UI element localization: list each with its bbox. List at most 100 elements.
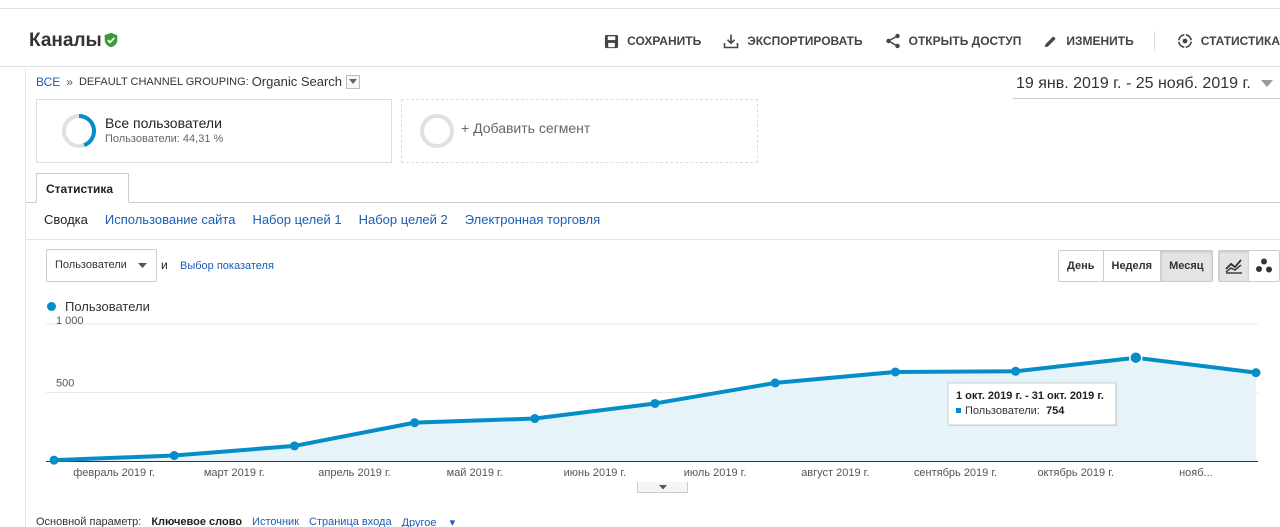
chart-expand-handle[interactable] xyxy=(637,482,688,493)
legend-dot xyxy=(47,302,56,311)
pencil-icon xyxy=(1045,35,1056,47)
breadcrumb-value: Organic Search xyxy=(251,74,343,89)
subnav-divider xyxy=(26,239,1280,240)
insights-label: СТАТИСТИКА xyxy=(1200,34,1280,48)
and-label: и xyxy=(161,258,168,272)
page-title: Каналы xyxy=(29,30,102,51)
x-tick-label: август 2019 г. xyxy=(801,467,869,479)
breadcrumb: ВСЕ » DEFAULT CHANNEL GROUPING: Organic … xyxy=(36,74,361,89)
period-toggle: День Неделя Месяц xyxy=(1058,250,1213,282)
period-month-button[interactable]: Месяц xyxy=(1160,251,1212,281)
subnav-item-goal-set-2[interactable]: Набор целей 2 xyxy=(359,212,448,227)
data-point xyxy=(890,367,900,377)
subnav-item-summary[interactable]: Сводка xyxy=(44,212,88,227)
caret-down-icon xyxy=(138,263,147,268)
select-metric-link[interactable]: Выбор показателя xyxy=(180,260,274,272)
data-point xyxy=(289,441,299,451)
subnav-item-site-usage[interactable]: Использование сайта xyxy=(105,212,236,227)
insights-button[interactable]: СТАТИСТИКА xyxy=(1177,33,1280,49)
segment-share-ring-icon xyxy=(62,114,96,148)
empty-segment-ring-icon xyxy=(420,114,454,148)
tooltip-series-swatch xyxy=(956,408,961,413)
verified-badge-icon xyxy=(104,32,118,48)
edit-label: ИЗМЕНИТЬ xyxy=(1066,34,1134,48)
x-tick-label: май 2019 г. xyxy=(447,467,503,479)
tab-row-border xyxy=(26,202,1280,203)
segment-subtitle: Пользователи: 44,31 % xyxy=(105,133,224,145)
add-segment-button[interactable]: + Добавить сегмент xyxy=(401,99,758,163)
period-week-button[interactable]: Неделя xyxy=(1102,251,1161,281)
add-segment-label: + Добавить сегмент xyxy=(461,120,591,136)
x-tick-label: март 2019 г. xyxy=(204,467,265,479)
export-label: ЭКСПОРТИРОВАТЬ xyxy=(747,34,863,48)
x-tick-label: июль 2019 г. xyxy=(684,467,747,479)
metric-select[interactable]: Пользователи xyxy=(46,249,157,282)
subnav-item-ecommerce[interactable]: Электронная торговля xyxy=(465,212,600,227)
period-day-button[interactable]: День xyxy=(1059,251,1103,281)
x-tick-label: июнь 2019 г. xyxy=(564,467,627,479)
x-tick-label: апрель 2019 г. xyxy=(318,467,390,479)
report-header: Каналы СОХРАНИТЬ ЭКСПОРТИРОВАТЬ ОТКРЫТЬ … xyxy=(0,9,1280,67)
data-point xyxy=(169,451,179,461)
share-label: ОТКРЫТЬ ДОСТУП xyxy=(908,34,1022,48)
legend-label: Пользователи xyxy=(65,299,150,314)
x-tick-label: нояб... xyxy=(1179,467,1213,479)
export-button[interactable]: ЭКСПОРТИРОВАТЬ xyxy=(723,33,863,49)
users-line-chart: 1 000 500 февраль 2019 г. март 2019 г. апрел… xyxy=(46,315,1261,479)
primary-dimension-label: Основной параметр: xyxy=(36,516,142,527)
actions-divider xyxy=(1153,31,1155,51)
share-icon xyxy=(885,33,900,49)
breadcrumb-dropdown-button[interactable] xyxy=(346,74,361,89)
share-button[interactable]: ОТКРЫТЬ ДОСТУП xyxy=(885,33,1022,49)
report-subnav: Сводка Использование сайта Набор целей 1… xyxy=(44,212,617,227)
dimension-other-dropdown[interactable]: Другое ▾ xyxy=(402,516,456,527)
data-point xyxy=(770,378,780,388)
segment-title: Все пользователи xyxy=(105,115,222,131)
breadcrumb-separator: » xyxy=(66,74,73,89)
caret-down-icon xyxy=(1260,80,1273,87)
metric-select-value: Пользователи xyxy=(55,259,127,271)
save-icon xyxy=(605,34,619,48)
data-point xyxy=(1251,368,1261,378)
subnav-item-goal-set-1[interactable]: Набор целей 1 xyxy=(252,212,341,227)
date-range-picker[interactable]: 19 янв. 2019 г. - 25 нояб. 2019 г. xyxy=(1013,72,1280,99)
chart-type-toggle xyxy=(1218,250,1280,282)
bubble-chart-icon xyxy=(1256,258,1272,273)
data-point xyxy=(530,414,540,424)
caret-down-icon xyxy=(349,78,358,84)
data-point xyxy=(650,398,660,408)
data-point xyxy=(1129,350,1143,365)
data-point xyxy=(1011,366,1021,376)
chart-legend: Пользователи xyxy=(47,299,150,314)
line-chart-icon xyxy=(1225,259,1242,274)
tooltip-value: 754 xyxy=(1046,405,1065,417)
caret-down-icon xyxy=(658,484,667,489)
segment-all-users[interactable]: Все пользователи Пользователи: 44,31 % xyxy=(36,99,392,163)
download-icon xyxy=(723,34,739,49)
date-range-label: 19 янв. 2019 г. - 25 нояб. 2019 г. xyxy=(1016,75,1251,92)
primary-dimension-bar: Основной параметр: Ключевое слово Источн… xyxy=(36,516,465,527)
x-tick-label: февраль 2019 г. xyxy=(73,467,155,479)
data-point xyxy=(49,455,59,465)
breadcrumb-grouping: DEFAULT CHANNEL GROUPING: xyxy=(78,75,249,88)
insights-icon xyxy=(1177,33,1193,49)
tab-statistics[interactable]: Статистика xyxy=(36,173,129,203)
dimension-other-label: Другое xyxy=(401,517,437,527)
primary-dimension-current: Ключевое слово xyxy=(151,516,243,527)
breadcrumb-root-link[interactable]: ВСЕ xyxy=(36,75,60,89)
save-label: СОХРАНИТЬ xyxy=(627,34,702,48)
edit-button[interactable]: ИЗМЕНИТЬ xyxy=(1043,34,1134,49)
tooltip-title: 1 окт. 2019 г. - 31 окт. 2019 г. xyxy=(956,390,1104,402)
save-button[interactable]: СОХРАНИТЬ xyxy=(604,34,701,49)
data-point xyxy=(410,418,420,428)
x-tick-label: сентябрь 2019 г. xyxy=(914,467,997,479)
dimension-option-source[interactable]: Источник xyxy=(252,516,299,527)
y-tick-label: 500 xyxy=(56,378,74,390)
header-actions: СОХРАНИТЬ ЭКСПОРТИРОВАТЬ ОТКРЫТЬ ДОСТУП … xyxy=(582,29,1280,53)
motion-chart-button[interactable] xyxy=(1249,251,1279,281)
line-chart-button[interactable] xyxy=(1219,251,1249,281)
x-tick-label: октябрь 2019 г. xyxy=(1037,467,1114,479)
tooltip-series-label: Пользователи: xyxy=(965,405,1040,417)
y-tick-label: 1 000 xyxy=(56,315,84,327)
dimension-option-landing-page[interactable]: Страница входа xyxy=(309,516,392,527)
